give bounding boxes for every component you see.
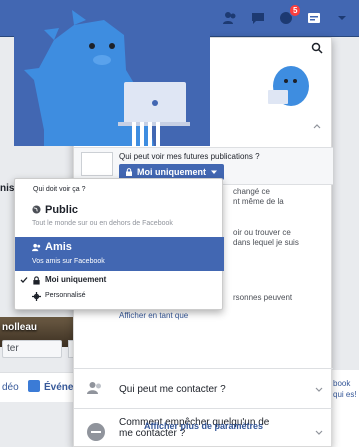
audience-option-custom[interactable]: Personnalisé	[15, 290, 224, 304]
search-icon[interactable]	[311, 42, 323, 54]
audience-option-friends[interactable]: Amis Vos amis sur Facebook	[15, 237, 224, 271]
background-video-link[interactable]: déo	[2, 382, 19, 393]
post-preview-image	[81, 152, 113, 176]
setting-description-3: rsonnes peuvent	[233, 293, 293, 302]
event-icon	[28, 380, 40, 392]
friends-icon	[32, 243, 41, 252]
contact-question: Qui peut me contacter ?	[119, 384, 226, 395]
globe-icon	[32, 205, 41, 214]
option-label: Personnalisé	[45, 292, 86, 299]
friends-icon[interactable]	[221, 9, 239, 27]
setting-description-2: oir ou trouver ce dans lequel je suis	[233, 228, 299, 247]
lock-icon	[33, 276, 40, 285]
account-menu-icon[interactable]	[333, 9, 351, 27]
contact-setting-row[interactable]: Qui peut me contacter ?	[74, 368, 333, 408]
background-photo-label: nolleau	[2, 322, 38, 333]
show-more-settings-link[interactable]: Afficher plus de paramètres	[74, 421, 333, 431]
audience-option-only-me[interactable]: Moi uniquement	[15, 274, 224, 289]
option-label: Public	[45, 204, 79, 216]
background-right-text: book qui es!	[333, 379, 357, 399]
background-text: nis	[0, 183, 15, 194]
privacy-shortcuts-icon[interactable]	[305, 9, 323, 27]
audience-selector-label: Moi uniquement	[137, 167, 206, 177]
gear-icon	[32, 292, 41, 301]
option-description: Vos amis sur Facebook	[32, 258, 105, 265]
option-label: Amis	[45, 241, 72, 253]
lock-icon	[126, 168, 132, 176]
messages-icon[interactable]	[249, 9, 267, 27]
chevron-up-icon[interactable]	[313, 122, 321, 130]
audience-dropdown: Qui doit voir ça ? Public Tout le monde …	[14, 178, 224, 310]
option-label: Moi uniquement	[45, 275, 107, 284]
option-description: Tout le monde sur ou en dehors de Facebo…	[32, 220, 173, 227]
future-posts-question: Qui peut voir mes futures publications ?	[119, 152, 260, 161]
dropdown-title: Qui doit voir ça ?	[33, 186, 86, 193]
friends-icon	[87, 382, 101, 394]
background-button[interactable]: ter	[2, 340, 62, 358]
setting-description-1: changé ce nt même de la	[233, 187, 284, 206]
background-event-link[interactable]: Événe	[44, 382, 73, 393]
chevron-down-icon	[315, 387, 323, 392]
check-icon	[20, 277, 28, 283]
dino-illustration-small	[246, 56, 326, 111]
dino-illustration	[14, 10, 210, 146]
audience-option-public[interactable]: Public Tout le monde sur ou en dehors de…	[15, 201, 224, 234]
caret-down-icon	[211, 170, 217, 174]
view-as-link[interactable]: Afficher en tant que	[119, 311, 188, 320]
